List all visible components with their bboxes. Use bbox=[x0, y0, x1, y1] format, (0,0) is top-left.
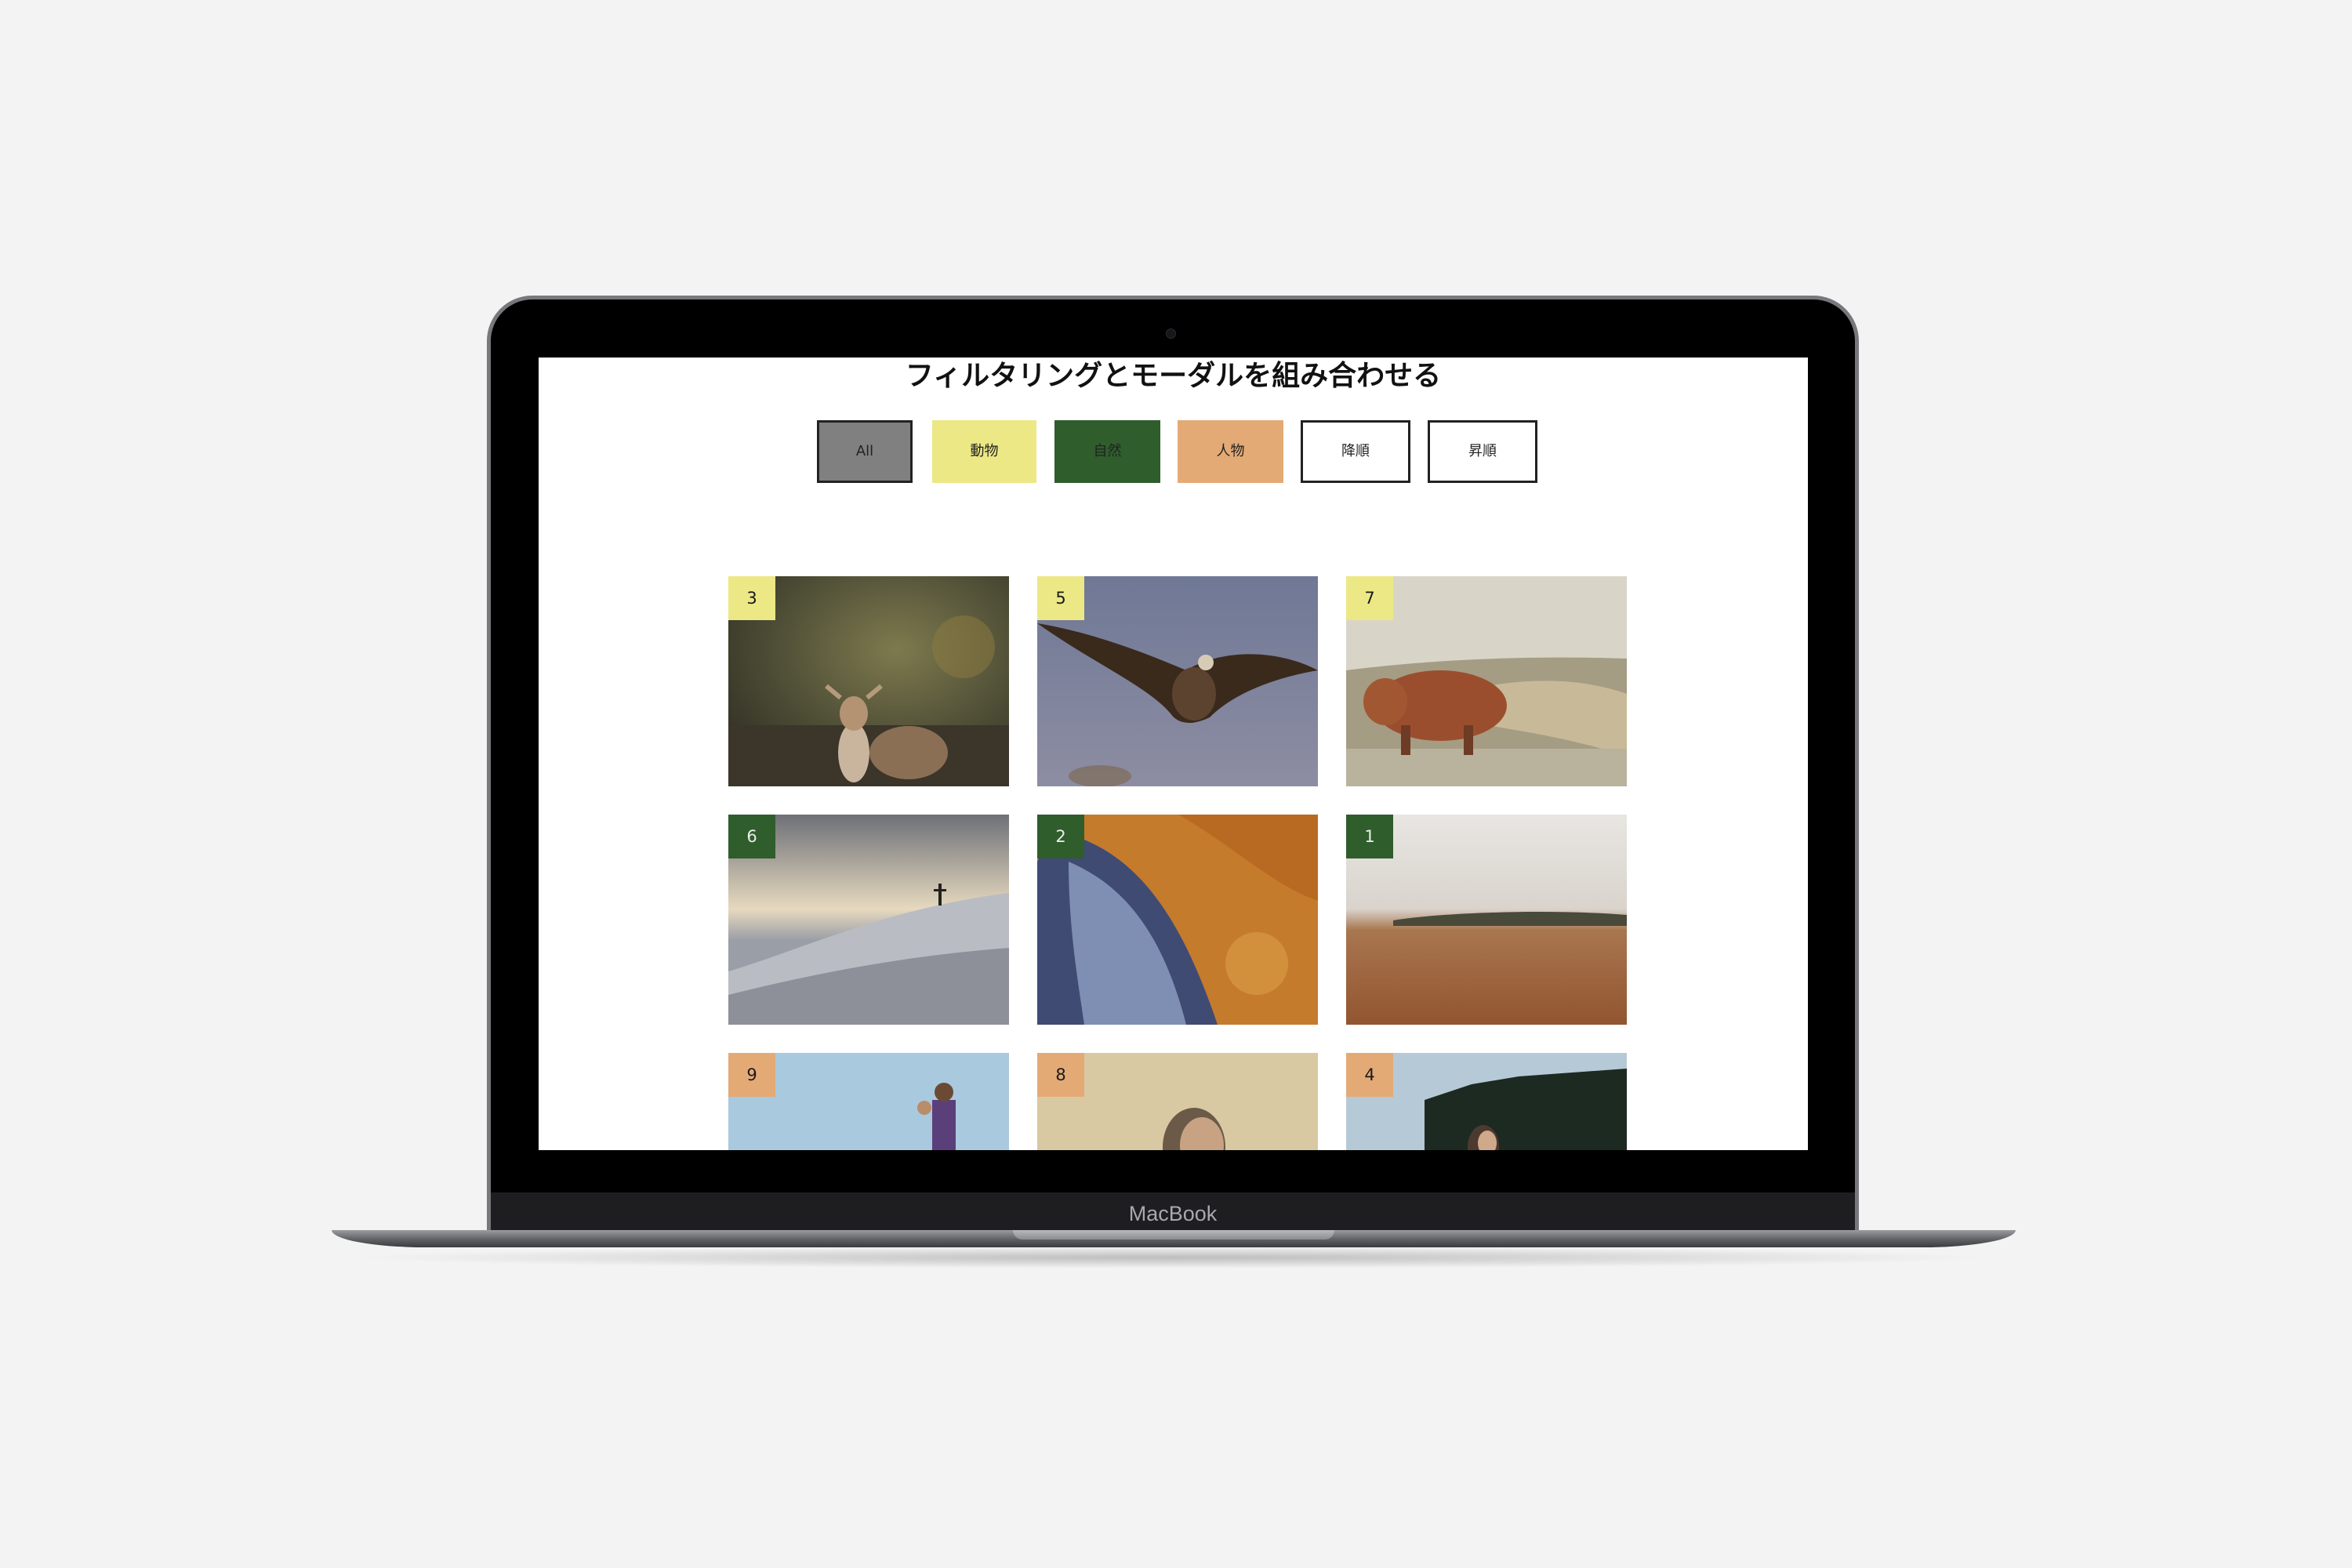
item-number-badge: 5 bbox=[1037, 576, 1084, 620]
laptop-notch bbox=[1013, 1230, 1334, 1240]
gallery-item-highland-cow[interactable]: 7 bbox=[1346, 576, 1627, 786]
item-number-badge: 9 bbox=[728, 1053, 775, 1097]
item-number-badge: 8 bbox=[1037, 1053, 1084, 1097]
item-number-badge: 7 bbox=[1346, 576, 1393, 620]
item-number-badge: 2 bbox=[1037, 815, 1084, 858]
filter-all-button[interactable]: All bbox=[817, 420, 913, 483]
filter-person-button[interactable]: 人物 bbox=[1178, 420, 1283, 483]
item-number-badge: 6 bbox=[728, 815, 775, 858]
brand-label: MacBook bbox=[1128, 1202, 1218, 1225]
item-number-badge: 3 bbox=[728, 576, 775, 620]
camera-icon bbox=[1166, 328, 1176, 339]
filter-nature-button[interactable]: 自然 bbox=[1054, 420, 1160, 483]
item-number-badge: 4 bbox=[1346, 1053, 1393, 1097]
filter-animal-button[interactable]: 動物 bbox=[932, 420, 1036, 483]
mockup-stage: MacBook フィルタリングとモーダルを組み合わせる All 動物 自然 人物… bbox=[0, 0, 2352, 1568]
gallery-item-woman-forest[interactable]: 4 bbox=[1346, 1053, 1627, 1150]
page-title: フィルタリングとモーダルを組み合わせる bbox=[905, 360, 1442, 392]
gallery-item-eagle[interactable]: 5 bbox=[1037, 576, 1318, 786]
item-number-badge: 1 bbox=[1346, 815, 1393, 858]
laptop-shadow bbox=[345, 1247, 1999, 1269]
sort-descending-button[interactable]: 降順 bbox=[1301, 420, 1410, 483]
gallery-item-deer[interactable]: 3 bbox=[728, 576, 1009, 786]
screen: フィルタリングとモーダルを組み合わせる All 動物 自然 人物 降順 昇順 3… bbox=[539, 358, 1808, 1150]
gallery-item-aerial-canyon[interactable]: 2 bbox=[1037, 815, 1318, 1025]
sort-ascending-button[interactable]: 昇順 bbox=[1428, 420, 1537, 483]
gallery-item-snowy-summit[interactable]: 6 bbox=[728, 815, 1009, 1025]
gallery-item-beach[interactable]: 1 bbox=[1346, 815, 1627, 1025]
gallery-item-woman-portrait[interactable]: 8 bbox=[1037, 1053, 1318, 1150]
gallery-item-father-child[interactable]: 9 bbox=[728, 1053, 1009, 1150]
